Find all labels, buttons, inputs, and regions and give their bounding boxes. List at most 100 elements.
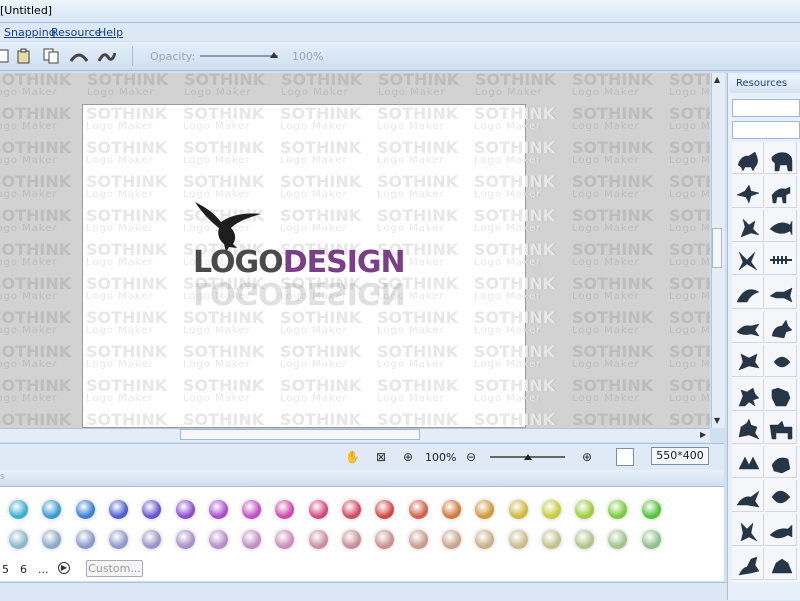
resource-shape-item[interactable] [732,547,764,580]
color-swatch[interactable] [541,500,561,519]
scroll-right-icon[interactable]: ▶ [700,430,706,439]
color-swatch[interactable] [108,530,128,549]
color-swatch[interactable] [75,530,95,549]
color-swatch[interactable] [175,530,195,549]
resource-shape-item[interactable] [765,513,797,546]
resource-shape-item[interactable] [732,277,764,310]
resource-shape-item[interactable] [732,412,764,445]
duplicate-icon[interactable] [42,48,60,64]
opacity-slider-thumb[interactable] [270,52,278,58]
color-swatch[interactable] [541,530,561,549]
menu-help[interactable]: Help [98,26,123,39]
color-swatch[interactable] [375,500,395,519]
resource-shape-item[interactable] [732,446,764,479]
resource-shape-item[interactable] [765,175,797,208]
color-swatch[interactable] [175,500,195,519]
canvas-size-button[interactable]: 550*400 [651,447,709,465]
color-swatch[interactable] [42,500,62,519]
resource-shape-item[interactable] [765,344,797,377]
color-swatch[interactable] [142,500,162,519]
resource-shape-item[interactable] [765,277,797,310]
wave-text-icon[interactable] [98,48,116,64]
paste-icon[interactable] [16,48,34,64]
vertical-scroll-thumb[interactable] [712,228,722,268]
custom-color-button[interactable]: Custom... [86,560,143,577]
resource-shape-item[interactable] [765,311,797,343]
color-swatch[interactable] [75,500,95,519]
resource-shape-item[interactable] [732,209,764,242]
resources-category-select[interactable] [732,99,800,117]
color-swatch[interactable] [42,530,62,549]
color-swatch[interactable] [441,500,461,519]
color-swatch[interactable] [308,530,328,549]
resource-shape-item[interactable] [732,142,764,174]
resource-shape-item[interactable] [732,311,764,343]
zoom-out-icon[interactable]: ⊖ [464,450,478,464]
color-swatch[interactable] [308,500,328,519]
resource-shape-item[interactable] [732,480,764,512]
resource-shape-item[interactable] [732,378,764,411]
next-page-icon[interactable]: ▶ [58,562,70,574]
resource-shape-item[interactable] [765,243,797,276]
scroll-down-icon[interactable]: ▼ [714,416,720,425]
color-swatch[interactable] [608,530,628,549]
color-swatch[interactable] [441,530,461,549]
color-swatch[interactable] [641,530,661,549]
menu-snapping[interactable]: Snapping [4,26,56,39]
page-5-link[interactable]: 5 [2,563,9,576]
color-swatch[interactable] [208,530,228,549]
resource-shape-item[interactable] [765,378,797,411]
opacity-slider[interactable] [200,55,278,57]
color-swatch[interactable] [575,500,595,519]
menu-resource[interactable]: Resource [51,26,101,39]
color-swatch[interactable] [475,500,495,519]
panel-tab-label[interactable]: s [0,472,5,482]
color-swatch[interactable] [508,530,528,549]
center-icon[interactable]: ⊕ [401,450,415,464]
color-swatch[interactable] [508,500,528,519]
color-swatch[interactable] [242,500,262,519]
resources-search-field[interactable] [732,121,800,139]
resource-shape-item[interactable] [765,209,797,242]
hand-icon[interactable]: ✋ [345,450,360,464]
color-swatch[interactable] [408,500,428,519]
resource-shape-item[interactable] [765,480,797,512]
resource-shape-item[interactable] [765,412,797,445]
color-swatch[interactable] [375,530,395,549]
resources-shape-grid [732,142,800,582]
horizontal-scroll-thumb[interactable] [180,429,420,440]
color-swatch[interactable] [575,530,595,549]
color-swatch[interactable] [9,530,28,549]
color-swatch[interactable] [608,500,628,519]
arch-text-icon[interactable] [70,48,88,64]
resource-shape-item[interactable] [732,243,764,276]
zoom-slider-thumb[interactable] [524,454,532,460]
copy-icon[interactable] [0,48,12,64]
design-canvas[interactable]: SOTHINKLogo MakerSOTHINKLogo MakerSOTHIN… [82,104,555,428]
color-swatch[interactable] [641,500,661,519]
color-swatch[interactable] [208,500,228,519]
color-swatch[interactable] [142,530,162,549]
canvas-area[interactable]: SOTHINKLogo MakerSOTHINKLogo MakerSOTHIN… [0,73,710,428]
resource-shape-item[interactable] [765,446,797,479]
resource-shape-item[interactable] [732,175,764,208]
color-swatch[interactable] [242,530,262,549]
color-swatch[interactable] [475,530,495,549]
color-swatch[interactable] [342,500,361,519]
resource-shape-item[interactable] [732,513,764,546]
background-color-picker[interactable] [616,448,634,466]
fit-to-window-icon[interactable]: ⊠ [374,450,388,464]
zoom-in-icon[interactable]: ⊕ [580,450,594,464]
color-swatch[interactable] [275,500,295,519]
color-swatch[interactable] [275,530,295,549]
color-swatch[interactable] [342,530,361,549]
resource-shape-item[interactable] [765,547,797,580]
resource-shape-item[interactable] [765,142,797,174]
color-swatch[interactable] [408,530,428,549]
resource-shape-item[interactable] [732,344,764,377]
scroll-up-icon[interactable]: ▲ [714,75,720,84]
canvas-status-bar: ✋ ⊠ ⊕ 100% ⊖ ⊕ 550*400 [0,443,724,470]
color-swatch[interactable] [108,500,128,519]
color-swatch[interactable] [9,500,28,519]
page-6-link[interactable]: 6 [20,563,27,576]
